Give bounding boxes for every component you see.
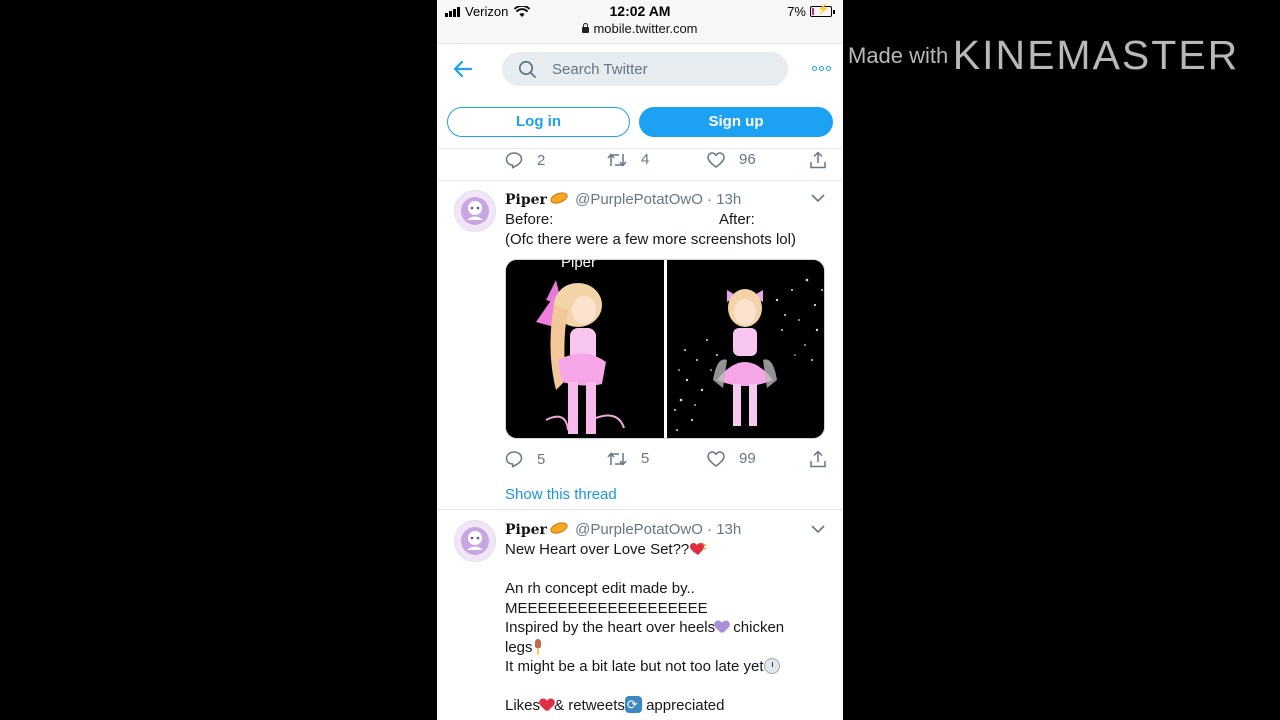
avatar-image bbox=[461, 197, 489, 225]
heart-icon bbox=[707, 151, 725, 168]
tweet-text-line: An rh concept edit made by.. bbox=[505, 580, 695, 597]
image-name-label: Piper bbox=[561, 259, 597, 271]
before-label: Before: bbox=[505, 211, 554, 228]
tweet-header: Piper @PurplePotatOwO · 13h bbox=[505, 520, 741, 538]
reply-button[interactable]: 5 bbox=[505, 450, 545, 468]
tweet-text-line: appreciated bbox=[641, 697, 725, 714]
share-icon bbox=[810, 450, 826, 468]
top-nav bbox=[437, 44, 843, 94]
before-image[interactable]: Piper bbox=[506, 259, 664, 438]
address-bar[interactable]: mobile.twitter.com bbox=[437, 21, 843, 36]
chevron-down-icon[interactable] bbox=[811, 193, 825, 203]
tweet-text-line: MEEEEEEEEEEEEEEEEEEE bbox=[505, 599, 708, 617]
header-divider bbox=[437, 148, 843, 149]
growing-heart-emoji-icon bbox=[689, 542, 707, 556]
battery-status: 7% ⚡ bbox=[787, 4, 835, 19]
tweet-divider bbox=[437, 509, 843, 510]
red-heart-emoji-icon bbox=[540, 699, 554, 711]
tweet-text-line: Likes bbox=[505, 697, 541, 714]
tweet-time[interactable]: 13h bbox=[716, 521, 741, 538]
after-image[interactable] bbox=[667, 260, 824, 438]
poultry-leg-emoji-icon bbox=[533, 638, 543, 655]
tweet-text-line: Inspired by the heart over heels bbox=[505, 619, 716, 636]
reply-button[interactable]: 2 bbox=[505, 151, 545, 169]
like-count: 96 bbox=[739, 151, 756, 168]
back-arrow-icon[interactable] bbox=[451, 58, 475, 80]
tweet-text: Before: After: (Ofc there were a few more… bbox=[505, 210, 796, 249]
show-thread-link[interactable]: Show this thread bbox=[505, 486, 617, 503]
retweet-icon bbox=[607, 451, 627, 466]
tweet-text-line: New Heart over Love Set?? bbox=[505, 541, 690, 558]
reply-icon bbox=[505, 152, 523, 169]
url-text: mobile.twitter.com bbox=[593, 21, 698, 36]
retweet-button[interactable]: 5 bbox=[607, 450, 649, 467]
search-input[interactable] bbox=[552, 52, 772, 86]
author-name[interactable]: Piper bbox=[505, 192, 547, 208]
watermark-brand: KINEMASTER bbox=[952, 32, 1240, 78]
tweet-text-line: (Ofc there were a few more screenshots l… bbox=[505, 230, 796, 248]
phone-screen: Verizon 12:02 AM 7% ⚡ mobile.twitter.com… bbox=[437, 0, 843, 720]
reply-icon bbox=[505, 451, 523, 468]
retweet-button[interactable]: 4 bbox=[607, 151, 649, 168]
potato-emoji-icon bbox=[548, 190, 570, 206]
retweet-icon bbox=[607, 152, 627, 167]
dot-separator: · bbox=[707, 521, 713, 538]
status-bar: Verizon 12:02 AM 7% ⚡ mobile.twitter.com bbox=[437, 0, 843, 44]
battery-icon: ⚡ bbox=[810, 4, 832, 17]
tweet-header: Piper @PurplePotatOwO · 13h bbox=[505, 190, 741, 208]
battery-percent: 7% bbox=[787, 4, 806, 19]
clock-emoji-icon bbox=[763, 658, 780, 674]
tweet-text-line: & retweets bbox=[554, 697, 625, 714]
potato-emoji-icon bbox=[548, 520, 570, 536]
repeat-emoji-icon bbox=[624, 695, 642, 715]
signup-button[interactable]: Sign up bbox=[639, 107, 833, 137]
auth-buttons: Log in Sign up bbox=[437, 106, 843, 138]
dot-separator: · bbox=[707, 191, 713, 208]
character-figure-after bbox=[674, 278, 823, 431]
watermark-made-with: Made with bbox=[848, 43, 949, 68]
tweet-text: New Heart over Love Set?? An rh concept … bbox=[505, 540, 784, 716]
author-handle[interactable]: @PurplePotatOwO bbox=[575, 191, 703, 208]
character-figure-before bbox=[536, 280, 625, 434]
tweet-divider bbox=[437, 180, 843, 181]
retweet-count: 5 bbox=[641, 450, 650, 467]
avatar[interactable] bbox=[454, 190, 496, 232]
after-label: After: bbox=[719, 211, 755, 228]
like-button[interactable]: 99 bbox=[707, 450, 756, 467]
more-options-icon[interactable] bbox=[812, 66, 831, 71]
search-box[interactable] bbox=[502, 52, 788, 86]
heart-icon bbox=[707, 450, 725, 467]
tweet-media[interactable]: Piper bbox=[505, 259, 825, 439]
kinemaster-watermark: Made with KINEMASTER bbox=[848, 32, 1239, 79]
lock-icon bbox=[582, 23, 590, 33]
retweet-count: 4 bbox=[641, 151, 650, 168]
share-icon bbox=[810, 151, 826, 169]
like-button[interactable]: 96 bbox=[707, 151, 756, 168]
like-count: 99 bbox=[739, 450, 756, 467]
tweet-actions: 5 5 99 bbox=[505, 450, 830, 470]
share-button[interactable] bbox=[809, 450, 827, 468]
prev-tweet-actions: 2 4 96 bbox=[505, 151, 830, 171]
purple-heart-emoji-icon bbox=[715, 621, 729, 633]
clock: 12:02 AM bbox=[609, 3, 671, 19]
reply-count: 2 bbox=[537, 151, 546, 169]
tweet-text-line: legs bbox=[505, 638, 533, 656]
login-button[interactable]: Log in bbox=[447, 107, 630, 137]
avatar[interactable] bbox=[454, 520, 496, 562]
chevron-down-icon[interactable] bbox=[811, 524, 825, 534]
search-icon bbox=[518, 60, 536, 78]
author-handle[interactable]: @PurplePotatOwO bbox=[575, 521, 703, 538]
share-button[interactable] bbox=[809, 151, 827, 169]
author-name[interactable]: Piper bbox=[505, 522, 547, 538]
tweet-time[interactable]: 13h bbox=[716, 191, 741, 208]
tweet-text-line: chicken bbox=[729, 619, 785, 636]
reply-count: 5 bbox=[537, 450, 546, 468]
tweet-text-line: It might be a bit late but not too late … bbox=[505, 658, 764, 675]
avatar-image bbox=[461, 527, 489, 555]
